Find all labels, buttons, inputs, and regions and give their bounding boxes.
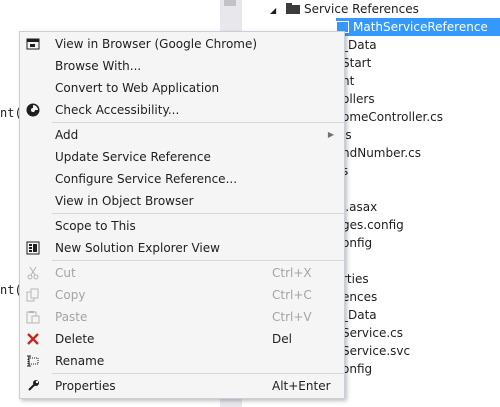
copy-icon [26, 288, 40, 302]
context-menu: View in Browser (Google Chrome) Browse Wi… [19, 31, 345, 399]
tree-item-label: l.asax [342, 200, 378, 214]
tree-item-label: ollers [342, 92, 375, 106]
tree-item[interactable]: Start [342, 54, 371, 72]
tree-item-label: ndNumber.cs [342, 146, 421, 160]
menu-item-configure-service-reference[interactable]: Configure Service Reference... [20, 168, 344, 190]
new-explorer-view-icon [26, 241, 40, 255]
menu-item-label: Copy [55, 288, 86, 302]
tree-item[interactable]: _Data [342, 306, 377, 324]
menu-item-label: Paste [55, 310, 88, 324]
tree-item-label: MathServiceReference [353, 20, 488, 34]
delete-icon [26, 332, 40, 346]
tree-item[interactable]: l.asax [342, 198, 377, 216]
accessibility-icon [26, 103, 40, 117]
tree-item-label: _Data [342, 308, 377, 322]
menu-item-shortcut: Alt+Enter [272, 379, 331, 393]
tree-item-label: Service.cs [342, 326, 404, 340]
menu-item-properties[interactable]: Properties Alt+Enter [20, 375, 344, 397]
tree-item-selected[interactable]: MathServiceReference [336, 18, 500, 36]
tree-item-label: omeController.cs [342, 110, 444, 124]
tree-item-label: Service References [304, 2, 419, 16]
menu-item-cut[interactable]: Cut Ctrl+X [20, 262, 344, 284]
menu-item-label: Check Accessibility... [55, 103, 180, 117]
menu-item-label: Update Service Reference [55, 150, 211, 164]
menu-item-label: Cut [55, 266, 76, 280]
menu-item-label: Add [55, 128, 79, 142]
menu-item-shortcut: Ctrl+C [272, 288, 312, 302]
submenu-arrow-icon: ▶ [327, 130, 334, 139]
menu-item-copy[interactable]: Copy Ctrl+C [20, 284, 344, 306]
properties-icon [26, 379, 40, 393]
paste-icon [26, 310, 40, 324]
menu-item-add[interactable]: Add ▶ [20, 124, 344, 146]
menu-item-shortcut: Ctrl+X [272, 266, 312, 280]
tree-item[interactable]: Service.svc [342, 342, 410, 360]
menu-item-convert-to-web-application[interactable]: Convert to Web Application [20, 77, 344, 99]
tree-item-label: Start [342, 56, 372, 70]
menu-item-view-in-browser-google-chrome[interactable]: View in Browser (Google Chrome) [20, 33, 344, 55]
menu-item-paste[interactable]: Paste Ctrl+V [20, 306, 344, 328]
tree-item[interactable]: ◢ Service References [270, 0, 419, 18]
folder-icon [286, 3, 300, 14]
menu-item-update-service-reference[interactable]: Update Service Reference [20, 146, 344, 168]
menu-item-shortcut: Ctrl+V [272, 310, 312, 324]
menu-item-label: Scope to This [55, 219, 136, 233]
tree-item[interactable]: _Data [342, 36, 377, 54]
menu-item-label: Rename [55, 354, 105, 368]
menu-item-label: New Solution Explorer View [55, 241, 220, 255]
menu-item-delete[interactable]: Delete Del [20, 328, 344, 350]
menu-separator [52, 260, 344, 261]
menu-item-label: Convert to Web Application [55, 81, 220, 95]
tree-item-label: onfig [342, 362, 373, 376]
tree-item-label: Service.svc [342, 344, 411, 358]
menu-item-check-accessibility[interactable]: Check Accessibility... [20, 99, 344, 121]
menu-item-scope-to-this[interactable]: Scope to This [20, 215, 344, 237]
menu-item-shortcut: Del [272, 332, 292, 346]
tree-item[interactable]: Service.cs [342, 324, 403, 342]
tree-item[interactable]: omeController.cs [342, 108, 443, 126]
menu-item-new-solution-explorer-view[interactable]: New Solution Explorer View [20, 237, 344, 259]
menu-item-rename[interactable]: Rename [20, 350, 344, 372]
tree-item-label: ges.config [342, 218, 404, 232]
browser-icon [26, 37, 40, 51]
menu-item-label: Configure Service Reference... [55, 172, 238, 186]
tree-item[interactable]: rties [342, 270, 369, 288]
menu-item-label: Delete [55, 332, 95, 346]
menu-separator [52, 213, 344, 214]
scrollbar-thumb[interactable] [224, 0, 236, 6]
tree-item-label: ences [342, 290, 378, 304]
menu-item-label: View in Browser (Google Chrome) [55, 37, 258, 51]
expand-arrow-icon[interactable]: ◢ [270, 2, 280, 20]
tree-item-label: rties [342, 272, 369, 286]
tree-item[interactable]: ges.config [342, 216, 404, 234]
tree-item[interactable]: ndNumber.cs [342, 144, 421, 162]
menu-separator [52, 373, 344, 374]
tree-item[interactable]: onfig [342, 360, 372, 378]
menu-separator [52, 122, 344, 123]
menu-item-label: Browse With... [55, 59, 142, 73]
tree-item[interactable]: ences [342, 288, 377, 306]
tree-item-label: _Data [342, 38, 377, 52]
cut-icon [26, 266, 40, 280]
menu-item-browse-with[interactable]: Browse With... [20, 55, 344, 77]
tree-item-label: onfig [342, 236, 373, 250]
rename-icon [26, 354, 40, 368]
menu-item-label: View in Object Browser [55, 194, 194, 208]
menu-item-view-in-object-browser[interactable]: View in Object Browser [20, 190, 344, 212]
tree-item[interactable]: onfig [342, 234, 372, 252]
tree-item[interactable]: ollers [342, 90, 375, 108]
menu-item-label: Properties [55, 379, 116, 393]
